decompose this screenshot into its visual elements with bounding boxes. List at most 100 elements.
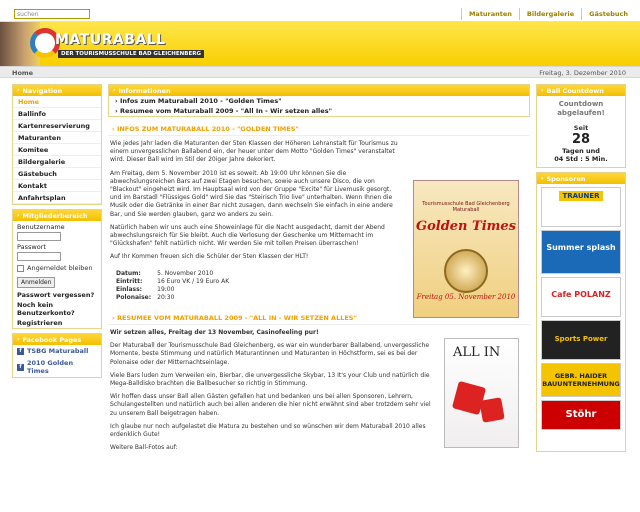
sponsor-label: Stöhr — [565, 409, 597, 420]
arrow-icon: › — [541, 87, 544, 94]
forgot-password-link[interactable]: Passwort vergessen? — [13, 290, 101, 300]
golden-times-poster[interactable]: Tourismusschule Bad Gleichenberg Maturab… — [413, 180, 519, 318]
nav-item-home[interactable]: Home — [13, 96, 101, 108]
no-account-link[interactable]: Noch kein Benutzerkonto? — [13, 300, 101, 318]
nav-item-bildergalerie[interactable]: Bildergalerie — [13, 156, 101, 168]
paragraph: Natürlich haben wir uns auch eine Showei… — [110, 223, 385, 248]
sponsor-cafe-polanz[interactable]: Cafe POLANZ — [541, 277, 621, 317]
breadcrumb[interactable]: Home — [12, 69, 33, 77]
info-header: › Informationen — [109, 85, 529, 96]
nav-item-anfahrtsplan[interactable]: Anfahrtsplan — [13, 192, 101, 204]
sponsor-label: Summer splash — [546, 243, 616, 252]
paragraph: Der Maturaball der Tourismusschule Bad G… — [110, 342, 430, 366]
paragraph: Auf Ihr Kommen freuen sich die Schüler d… — [110, 253, 309, 261]
paragraph: Ich glaube nur noch aufgelastet die Matu… — [110, 422, 426, 439]
username-label: Benutzername — [17, 223, 65, 231]
poster-title: Golden Times — [415, 219, 516, 234]
logo-title[interactable]: MATURABALL — [55, 32, 166, 48]
nav-item-kartenreservierung[interactable]: Kartenreservierung — [13, 120, 101, 132]
countdown-header: › Ball Countdown — [537, 85, 625, 96]
sponsor-label: Sports Power — [554, 335, 608, 343]
paragraph: Wir setzen alles, Freitag der 13 Novembe… — [110, 329, 319, 336]
paragraph: Am Freitag, dem 5. November 2010 ist es … — [110, 169, 393, 218]
fact-value: 19:00 — [157, 285, 175, 293]
poster2-title: ALL IN — [453, 345, 501, 360]
nav-item-maturanten[interactable]: Maturanten — [13, 132, 101, 144]
poster-date: Freitag 05. November 2010 — [416, 293, 516, 301]
remember-label: Angemeldet bleiben — [27, 264, 93, 272]
sponsor-summer-splash[interactable]: Summer splash — [541, 230, 621, 274]
fact-row: Eintritt: 16 Euro VK / 19 Euro AK — [116, 278, 235, 286]
sponsor-label: GEBR. HAIDER BAUUNTERNEHMUNG — [542, 372, 620, 388]
facebook-header: › Facebook Pages — [13, 334, 101, 345]
info-link-2010[interactable]: › Infos zum Maturaball 2010 - "Golden Ti… — [109, 96, 529, 106]
fb-link-label: TSBG Maturaball — [27, 347, 89, 355]
nav-item-komitee[interactable]: Komitee — [13, 144, 101, 156]
paragraph: Weitere Ball-Fotos auf: — [110, 444, 178, 452]
countdown-box: › Ball Countdown Countdown abgelaufen! Se… — [536, 84, 626, 168]
topnav-bildergalerie[interactable]: Bildergalerie — [518, 8, 581, 20]
fact-value: 5. November 2010 — [157, 269, 214, 277]
sponsor-header: › Sponsoren — [537, 173, 625, 184]
topnav-gaestebuch[interactable]: Gästebuch — [581, 8, 635, 20]
sponsor-sports-power[interactable]: Sports Power — [541, 320, 621, 360]
fact-key: Datum: — [116, 269, 141, 277]
section-title-text: INFOS ZUM MATURABALL 2010 - "GOLDEN TIME… — [116, 125, 299, 133]
left-column: › Navigation Home Ballinfo Kartenreservie… — [12, 84, 102, 382]
info-link-label: Infos zum Maturaball 2010 - "Golden Time… — [119, 97, 282, 105]
username-field[interactable] — [17, 232, 61, 241]
poster-top: Tourismusschule Bad Gleichenberg Maturab… — [422, 201, 510, 213]
member-box: › Mitgliederbereich Benutzername Passwort… — [12, 209, 102, 329]
sponsor-stoehr[interactable]: Stöhr — [541, 400, 621, 430]
clock-icon — [444, 249, 488, 293]
nav-item-ballinfo[interactable]: Ballinfo — [13, 108, 101, 120]
password-label: Passwort — [17, 243, 46, 251]
login-button[interactable]: Anmelden — [17, 277, 56, 288]
info-link-2009[interactable]: › Resumee vom Maturaball 2009 - "All In … — [109, 106, 529, 116]
navigation-box: › Navigation Home Ballinfo Kartenreservie… — [12, 84, 102, 205]
paragraph: Viele Bars luden zum Verweilen ein, Bier… — [110, 371, 430, 388]
countdown-status: Countdown abgelaufen! — [557, 100, 605, 117]
nav-item-gaestebuch[interactable]: Gästebuch — [13, 168, 101, 180]
register-link[interactable]: Registrieren — [13, 318, 101, 328]
like-icon: f — [17, 363, 24, 371]
topnav-maturanten[interactable]: Maturanten — [460, 8, 519, 20]
facebook-title: Facebook Pages — [22, 335, 82, 344]
fb-link-golden-times[interactable]: f 2010 Golden Times — [13, 357, 101, 377]
fb-link-tsbg[interactable]: f TSBG Maturaball — [13, 345, 101, 357]
arrow-icon: › — [17, 336, 20, 343]
right-column: › Ball Countdown Countdown abgelaufen! Se… — [536, 84, 626, 456]
navigation-header: › Navigation — [13, 85, 101, 96]
nav-item-kontakt[interactable]: Kontakt — [13, 180, 101, 192]
breadcrumb-bar: Home Freitag, 3. Dezember 2010 — [0, 66, 640, 78]
arrow-icon: › — [541, 175, 544, 182]
countdown-days-label: Tagen und — [562, 147, 600, 155]
event-facts: Datum: 5. November 2010 Eintritt: 16 Euro … — [116, 270, 235, 302]
search-input[interactable]: suchen — [14, 9, 90, 19]
sponsor-box: › Sponsoren TRAUNER Summer splash Cafe PO… — [536, 172, 626, 452]
navigation-title: Navigation — [22, 86, 63, 95]
fact-key: Polonaise: — [116, 293, 152, 301]
section-2010: › INFOS ZUM MATURABALL 2010 - "GOLDEN TI… — [108, 123, 530, 318]
sponsor-title: Sponsoren — [546, 174, 586, 183]
countdown-title: Ball Countdown — [546, 86, 604, 95]
fact-value: 16 Euro VK / 19 Euro AK — [157, 277, 230, 285]
fact-value: 20:30 — [157, 293, 175, 301]
sponsor-trauner[interactable]: TRAUNER — [541, 187, 621, 227]
facebook-box: › Facebook Pages f TSBG Maturaball f 2010 G… — [12, 333, 102, 378]
password-field[interactable] — [17, 252, 61, 261]
paragraph: Wie jedes Jahr laden die Maturanten der … — [110, 140, 398, 164]
countdown-time: 04 Std : 5 Min. — [554, 155, 608, 163]
like-icon: f — [17, 347, 24, 355]
fb-link-label: 2010 Golden Times — [27, 359, 74, 375]
section-title-text: RESUMEE VOM MATURABALL 2009 - "ALL IN - … — [116, 314, 357, 322]
fact-row: Datum: 5. November 2010 — [116, 270, 235, 278]
header-banner: MATURABALL DER TOURISMUSSCHULE BAD GLEIC… — [0, 22, 640, 66]
fact-key: Einlass: — [116, 285, 143, 293]
arrow-icon: › — [113, 87, 116, 94]
sponsor-haider[interactable]: GEBR. HAIDER BAUUNTERNEHMUNG — [541, 363, 621, 397]
section-2009-title: › RESUMEE VOM MATURABALL 2009 - "ALL IN … — [108, 312, 530, 325]
info-link-label: Resumee vom Maturaball 2009 - "All In - … — [119, 107, 332, 115]
all-in-poster[interactable]: ALL IN — [444, 338, 519, 448]
remember-checkbox[interactable] — [17, 264, 24, 272]
